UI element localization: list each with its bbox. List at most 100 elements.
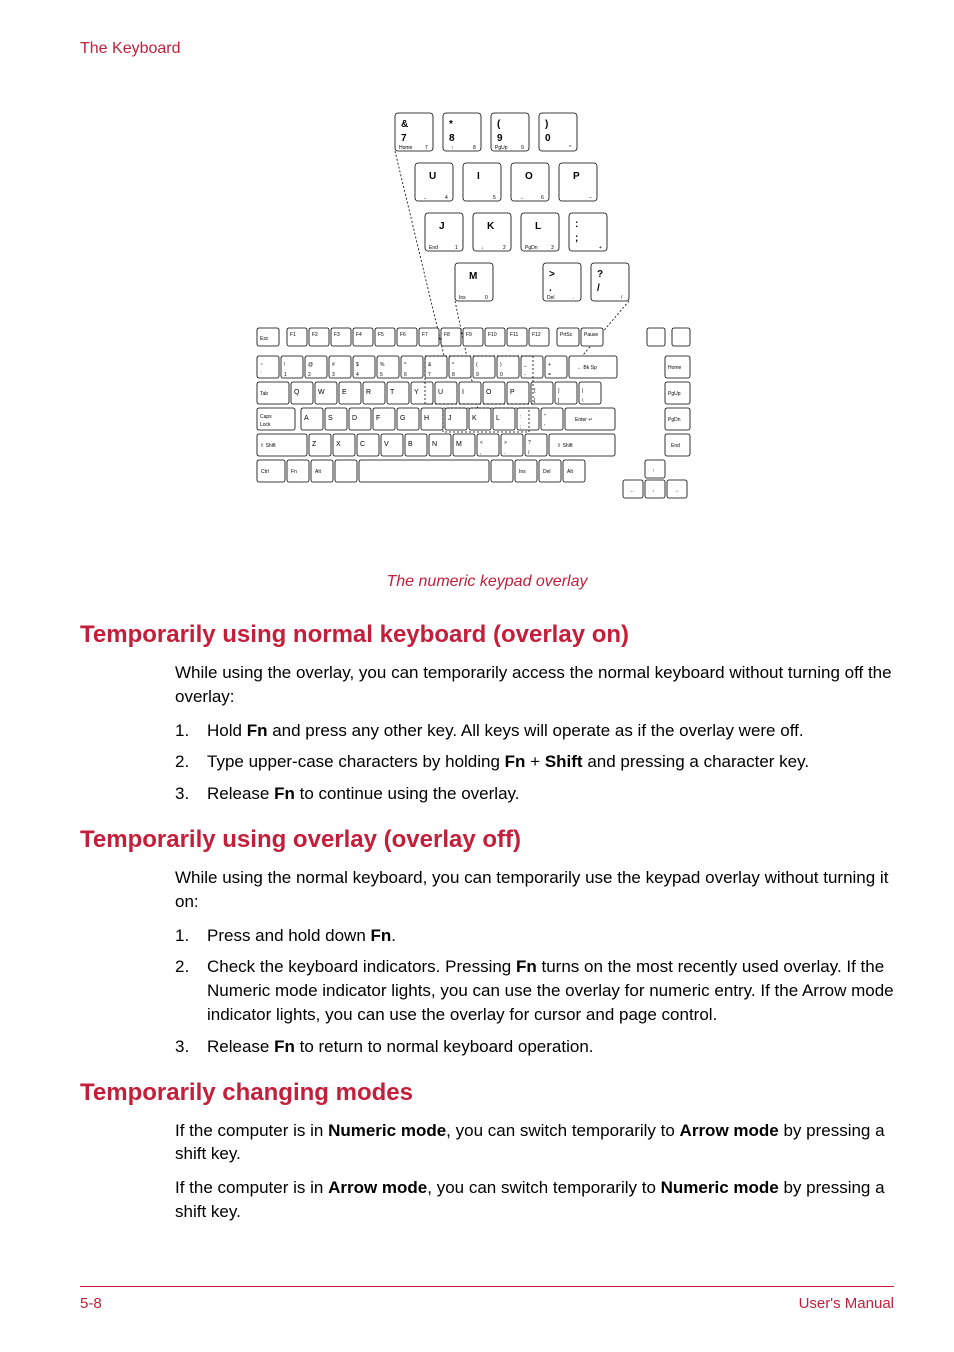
svg-text:3: 3 <box>551 245 554 251</box>
heading-changing-modes: Temporarily changing modes <box>80 1079 894 1107</box>
svg-text:9: 9 <box>497 133 503 144</box>
svg-text:N: N <box>432 441 437 448</box>
svg-text:|: | <box>582 388 583 394</box>
svg-text:P: P <box>573 171 580 182</box>
svg-text:Caps: Caps <box>260 414 272 420</box>
svg-text:Lock: Lock <box>260 422 271 428</box>
svg-text:X: X <box>336 441 341 448</box>
svg-text:=: = <box>548 372 551 378</box>
page-number: 5-8 <box>80 1295 102 1312</box>
svg-text:O: O <box>486 389 492 396</box>
svg-text:*: * <box>569 145 571 151</box>
svg-text:F: F <box>376 415 380 422</box>
svg-text:H: H <box>424 415 429 422</box>
svg-text:PrtSc: PrtSc <box>560 332 573 338</box>
svg-text:L: L <box>535 221 541 232</box>
svg-text:Del: Del <box>543 469 551 475</box>
svg-text:Esc: Esc <box>260 336 269 342</box>
list-item: 2.Check the keyboard indicators. Pressin… <box>175 955 894 1026</box>
svg-text:Home: Home <box>668 365 682 371</box>
svg-text:U: U <box>429 171 436 182</box>
svg-text:P: P <box>510 389 515 396</box>
svg-text:PgDn: PgDn <box>525 245 538 251</box>
list-overlay-off: 1.Press and hold down Fn. 2.Check the key… <box>175 924 894 1059</box>
svg-text::: : <box>575 219 578 230</box>
svg-text:Enter ↵: Enter ↵ <box>575 417 593 423</box>
svg-text:#: # <box>332 362 335 368</box>
svg-text:>: > <box>549 269 555 280</box>
svg-text:+: + <box>548 362 551 368</box>
body-paragraph: If the computer is in Numeric mode, you … <box>175 1119 894 1167</box>
svg-text:J: J <box>439 221 445 232</box>
svg-text:U: U <box>438 389 443 396</box>
svg-text:<: < <box>480 440 483 446</box>
list-item: 3.Release Fn to continue using the overl… <box>175 782 894 806</box>
svg-text:": " <box>544 414 546 420</box>
svg-text:6: 6 <box>404 372 407 378</box>
manual-title: User's Manual <box>799 1295 894 1312</box>
svg-text:7: 7 <box>425 145 428 151</box>
svg-text:C: C <box>360 441 365 448</box>
svg-text:F1: F1 <box>290 332 296 338</box>
svg-text:Ins: Ins <box>459 295 466 301</box>
svg-text:Tab: Tab <box>260 391 268 397</box>
svg-text:Q: Q <box>294 389 300 396</box>
svg-text:↑: ↑ <box>451 145 454 151</box>
svg-text:⇧ Shift: ⇧ Shift <box>260 443 276 449</box>
svg-text:T: T <box>390 389 395 396</box>
svg-text:↑: ↑ <box>652 468 655 474</box>
svg-text:8: 8 <box>449 133 455 144</box>
svg-text:1: 1 <box>455 245 458 251</box>
svg-text:F5: F5 <box>378 332 384 338</box>
svg-text:+: + <box>599 245 602 251</box>
svg-text:~: ~ <box>260 362 263 368</box>
list-item: 1.Hold Fn and press any other key. All k… <box>175 719 894 743</box>
page-footer: 5-8 User's Manual <box>80 1286 894 1312</box>
svg-text:0: 0 <box>545 133 551 144</box>
svg-text:,: , <box>480 450 481 456</box>
svg-text:S: S <box>328 415 333 422</box>
svg-text:I: I <box>462 389 464 396</box>
svg-text:↓: ↓ <box>481 245 484 251</box>
list-item: 2.Type upper-case characters by holding … <box>175 750 894 774</box>
svg-text:%: % <box>380 362 385 368</box>
list-item: 1.Press and hold down Fn. <box>175 924 894 948</box>
list-item: 3.Release Fn to return to normal keyboar… <box>175 1035 894 1059</box>
svg-text:F4: F4 <box>356 332 362 338</box>
svg-text:5: 5 <box>493 195 496 201</box>
svg-text:_: _ <box>523 362 527 368</box>
svg-text:.: . <box>504 450 505 456</box>
svg-text:F6: F6 <box>400 332 406 338</box>
svg-text:E: E <box>342 389 347 396</box>
svg-text:F3: F3 <box>334 332 340 338</box>
svg-text:Alt: Alt <box>567 469 573 475</box>
svg-text:↓: ↓ <box>652 488 655 494</box>
svg-text:K: K <box>472 415 477 422</box>
svg-text:9: 9 <box>476 372 479 378</box>
svg-text:9: 9 <box>521 145 524 151</box>
svg-text:PgUp: PgUp <box>495 145 508 151</box>
svg-text:→: → <box>519 195 524 201</box>
svg-text:F8: F8 <box>444 332 450 338</box>
svg-text:): ) <box>545 119 548 130</box>
svg-text:End: End <box>671 443 680 449</box>
svg-text:I: I <box>477 171 480 182</box>
heading-overlay-on: Temporarily using normal keyboard (overl… <box>80 621 894 649</box>
svg-text:K: K <box>487 221 495 232</box>
svg-text:Alt: Alt <box>315 469 321 475</box>
svg-text:Pause: Pause <box>584 332 598 338</box>
heading-overlay-off: Temporarily using overlay (overlay off) <box>80 826 894 854</box>
svg-text:F11: F11 <box>510 332 518 338</box>
figure-caption: The numeric keypad overlay <box>80 573 894 591</box>
svg-text:−: − <box>589 195 592 201</box>
svg-text:L: L <box>496 415 500 422</box>
svg-text:$: $ <box>356 362 359 368</box>
svg-text:Del: Del <box>547 295 555 301</box>
svg-text:M: M <box>456 441 462 448</box>
svg-text:Ctrl: Ctrl <box>261 469 269 475</box>
svg-text:': ' <box>544 424 545 430</box>
svg-text:*: * <box>449 119 453 130</box>
svg-text::: : <box>520 414 521 420</box>
svg-text:F9: F9 <box>466 332 472 338</box>
svg-text:;: ; <box>575 233 578 244</box>
